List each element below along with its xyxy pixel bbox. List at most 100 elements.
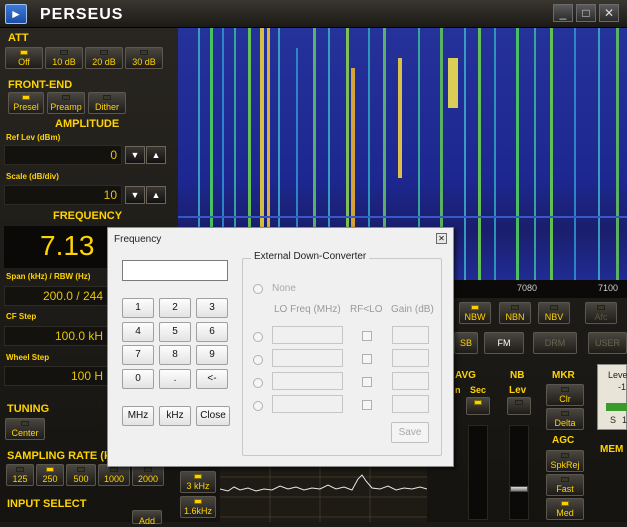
lo-4-gain-field[interactable] — [392, 395, 429, 413]
att-20db-button[interactable]: 20 dB — [85, 47, 123, 69]
minimize-button[interactable]: _ — [553, 4, 573, 22]
level-s-label: S — [610, 415, 617, 425]
lo-4-freq-field[interactable] — [272, 395, 343, 413]
nbv-button[interactable]: NBV — [538, 302, 570, 324]
save-button[interactable]: Save — [391, 422, 429, 443]
close-button[interactable]: ✕ — [599, 4, 619, 22]
frequency-input[interactable] — [122, 260, 228, 281]
filter-16khz-button[interactable]: 1.6kHz — [180, 496, 216, 518]
lo-3-gain-field[interactable] — [392, 372, 429, 390]
avg-label: AVG — [455, 370, 476, 381]
agc-spkrej-button[interactable]: SpkRej — [546, 450, 584, 472]
lo-4-radio[interactable] — [253, 401, 263, 411]
span-label: Span (kHz) / RBW (Hz) — [6, 272, 91, 281]
mode-drm-button[interactable]: DRM — [533, 332, 577, 354]
dialog-title: Frequency — [114, 234, 162, 245]
mkr-delta-button[interactable]: Delta — [546, 408, 584, 430]
lo-4-rflo-checkbox[interactable] — [362, 400, 372, 410]
nbw-button[interactable]: NBW — [459, 302, 491, 324]
key-backspace-button[interactable]: <- — [196, 369, 228, 389]
preamp-button[interactable]: Preamp — [47, 92, 85, 114]
lo-1-radio[interactable] — [253, 332, 263, 342]
presel-button[interactable]: Presel — [8, 92, 44, 114]
title-bar: ► PERSEUS _ □ ✕ — [0, 0, 627, 28]
mkr-clr-button[interactable]: Clr — [546, 384, 584, 406]
level-meter: Leve -1 S 1 — [597, 364, 627, 430]
nb-label: NB — [510, 370, 525, 381]
lo-1-rflo-checkbox[interactable] — [362, 331, 372, 341]
key-1-button[interactable]: 1 — [122, 298, 154, 318]
mode-user-button[interactable]: USER — [588, 332, 627, 354]
level-scale-dash: -1 — [618, 382, 627, 392]
key-8-button[interactable]: 8 — [159, 345, 191, 365]
rate-250-button[interactable]: 250 — [36, 464, 64, 486]
agc-label: AGC — [552, 435, 575, 446]
key-dot-button[interactable]: . — [159, 369, 191, 389]
nb-button[interactable] — [507, 397, 531, 415]
agc-fast-button[interactable]: Fast — [546, 474, 584, 496]
afc-button[interactable]: Afc — [585, 302, 617, 324]
rate-2000-button[interactable]: 2000 — [132, 464, 164, 486]
ref-lev-up-button[interactable]: ▲ — [146, 146, 166, 164]
ref-lev-field[interactable]: 0 — [4, 145, 122, 165]
key-7-button[interactable]: 7 — [122, 345, 154, 365]
rate-1000-button[interactable]: 1000 — [98, 464, 130, 486]
amplitude-label: AMPLITUDE — [55, 118, 120, 130]
scale-field[interactable]: 10 — [4, 185, 122, 205]
scale-down-button[interactable]: ▼ — [125, 186, 145, 204]
lo-1-freq-field[interactable] — [272, 326, 343, 344]
lo-1-gain-field[interactable] — [392, 326, 429, 344]
scale-up-button[interactable]: ▲ — [146, 186, 166, 204]
dialog-close-button[interactable]: Close — [196, 406, 230, 426]
key-6-button[interactable]: 6 — [196, 322, 228, 342]
dialog-close-icon[interactable]: ✕ — [436, 233, 447, 244]
mkr-label: MKR — [552, 370, 575, 381]
center-button[interactable]: Center — [5, 418, 45, 440]
key-0-button[interactable]: 0 — [122, 369, 154, 389]
cf-step-field[interactable]: 100.0 kH — [4, 326, 108, 346]
maximize-button[interactable]: □ — [576, 4, 596, 22]
dither-button[interactable]: Dither — [88, 92, 126, 114]
key-3-button[interactable]: 3 — [196, 298, 228, 318]
filter-3khz-button[interactable]: 3 kHz — [180, 471, 216, 493]
avg-sec-button[interactable] — [466, 397, 490, 415]
att-group: Off 10 dB 20 dB 30 dB — [3, 45, 166, 71]
wheel-step-field[interactable]: 100 H — [4, 366, 108, 386]
level-one-label: 1 — [622, 415, 627, 425]
nbn-button[interactable]: NBN — [499, 302, 531, 324]
avg-sec-label: Sec — [470, 385, 487, 395]
lo-freq-header: LO Freq (MHz) — [274, 304, 341, 315]
key-5-button[interactable]: 5 — [159, 322, 191, 342]
agc-med-button[interactable]: Med — [546, 498, 584, 520]
tuning-label: TUNING — [7, 403, 50, 415]
att-off-button[interactable]: Off — [5, 47, 43, 69]
lo-2-rflo-checkbox[interactable] — [362, 354, 372, 364]
lo-2-freq-field[interactable] — [272, 349, 343, 367]
rate-500-button[interactable]: 500 — [66, 464, 96, 486]
mode-fm-button[interactable]: FM — [484, 332, 524, 354]
lo-3-rflo-checkbox[interactable] — [362, 377, 372, 387]
lo-3-radio[interactable] — [253, 378, 263, 388]
lo-2-gain-field[interactable] — [392, 349, 429, 367]
mode-usb-button[interactable]: SB — [454, 332, 478, 354]
span-field[interactable]: 200.0 / 244 — [4, 286, 108, 306]
key-9-button[interactable]: 9 — [196, 345, 228, 365]
ref-lev-down-button[interactable]: ▼ — [125, 146, 145, 164]
rate-125-button[interactable]: 125 — [6, 464, 34, 486]
att-30db-button[interactable]: 30 dB — [125, 47, 163, 69]
front-end-label: FRONT-END — [8, 79, 73, 91]
avg-fader[interactable] — [468, 425, 488, 520]
key-2-button[interactable]: 2 — [159, 298, 191, 318]
perseus-window: ► PERSEUS _ □ ✕ ATT Off 10 dB 20 dB 30 d… — [0, 0, 627, 526]
nb-fader[interactable] — [509, 425, 529, 520]
nb-fader-knob[interactable] — [510, 486, 528, 492]
mhz-button[interactable]: MHz — [122, 406, 154, 426]
group-title: External Down-Converter — [251, 251, 370, 262]
khz-button[interactable]: kHz — [159, 406, 191, 426]
att-10db-button[interactable]: 10 dB — [45, 47, 83, 69]
frequency-display[interactable]: 7.13 — [4, 226, 108, 268]
key-4-button[interactable]: 4 — [122, 322, 154, 342]
none-radio[interactable] — [253, 284, 263, 294]
lo-2-radio[interactable] — [253, 355, 263, 365]
lo-3-freq-field[interactable] — [272, 372, 343, 390]
